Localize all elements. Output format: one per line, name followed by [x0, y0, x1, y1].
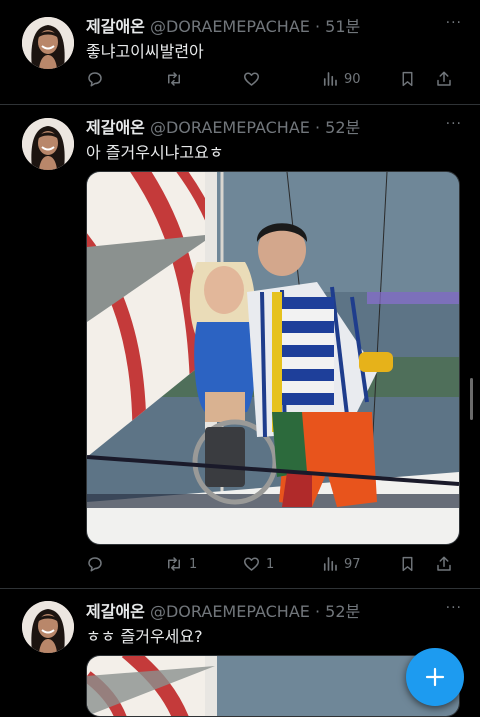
more-icon[interactable]: ···: [446, 116, 462, 132]
avatar[interactable]: [22, 601, 74, 653]
separator-dot: ·: [314, 602, 321, 621]
display-name[interactable]: 제갈애온: [86, 118, 145, 137]
compose-button[interactable]: [406, 648, 464, 706]
display-name[interactable]: 제갈애온: [86, 602, 145, 621]
tweet-text: 좋냐고이씨발련아: [86, 42, 204, 61]
sailboat-photo: [87, 172, 459, 544]
share-button[interactable]: [435, 553, 453, 575]
like-button[interactable]: [242, 68, 266, 90]
retweet-button[interactable]: [164, 68, 189, 90]
reply-icon: [88, 72, 102, 87]
username[interactable]: @DORAEMEPACHAE: [150, 17, 310, 36]
avatar[interactable]: [22, 118, 74, 170]
retweet-button[interactable]: 1: [164, 553, 197, 575]
compose-plus-icon: [425, 667, 445, 687]
avatar[interactable]: [22, 17, 74, 69]
action-bar: 90: [86, 68, 451, 90]
retweet-count: 1: [189, 556, 198, 572]
share-icon: [437, 71, 451, 86]
separator-dot: ·: [314, 118, 321, 137]
tweet-text: 아 즐거우시냐고요ㅎ: [86, 143, 224, 162]
action-bar: 1 1 97: [86, 553, 451, 575]
bookmark-icon: [402, 556, 413, 572]
tweet-header: 제갈애온 @DORAEMEPACHAE · 51분: [86, 13, 360, 37]
avatar-image: [22, 601, 74, 653]
tweet[interactable]: 제갈애온 @DORAEMEPACHAE · 52분 ··· 아 즐거우시냐고요ㅎ: [0, 105, 480, 589]
reply-button[interactable]: [86, 553, 109, 575]
username[interactable]: @DORAEMEPACHAE: [150, 118, 310, 137]
separator-dot: ·: [314, 17, 321, 36]
bookmark-button[interactable]: [399, 68, 416, 90]
tweet-media[interactable]: [86, 655, 460, 717]
like-count: 1: [266, 556, 275, 572]
more-icon[interactable]: ···: [446, 600, 462, 616]
reply-icon: [88, 557, 102, 572]
scrollbar[interactable]: [470, 378, 473, 420]
bookmark-icon: [402, 71, 413, 87]
timestamp[interactable]: 51분: [325, 17, 360, 36]
tweet-header: 제갈애온 @DORAEMEPACHAE · 52분: [86, 598, 360, 622]
tweet[interactable]: 제갈애온 @DORAEMEPACHAE · 51분 ··· 좋냐고이씨발련아 9…: [0, 0, 480, 104]
tweet-text: ㅎㅎ 즐거우세요?: [86, 627, 203, 646]
retweet-icon: [168, 557, 180, 571]
bookmark-button[interactable]: [399, 553, 416, 575]
views-count: 90: [344, 71, 361, 87]
views-count: 97: [344, 556, 361, 572]
views-icon: [323, 557, 337, 571]
username[interactable]: @DORAEMEPACHAE: [150, 602, 310, 621]
avatar-image: [22, 118, 74, 170]
share-button[interactable]: [435, 68, 453, 90]
like-icon: [244, 72, 259, 86]
tweet-header: 제갈애온 @DORAEMEPACHAE · 52분: [86, 114, 360, 138]
timestamp[interactable]: 52분: [325, 118, 360, 137]
more-icon[interactable]: ···: [446, 15, 462, 31]
like-button[interactable]: 1: [242, 553, 274, 575]
views-button[interactable]: 90: [321, 68, 361, 90]
avatar-image: [22, 17, 74, 69]
views-icon: [323, 72, 337, 86]
tweet-media[interactable]: [86, 171, 460, 545]
retweet-icon: [168, 72, 180, 86]
reply-button[interactable]: [86, 68, 109, 90]
like-icon: [244, 557, 259, 571]
views-button[interactable]: 97: [321, 553, 361, 575]
share-icon: [437, 556, 451, 571]
sailboat-photo: [87, 656, 459, 716]
timestamp[interactable]: 52분: [325, 602, 360, 621]
display-name[interactable]: 제갈애온: [86, 17, 145, 36]
